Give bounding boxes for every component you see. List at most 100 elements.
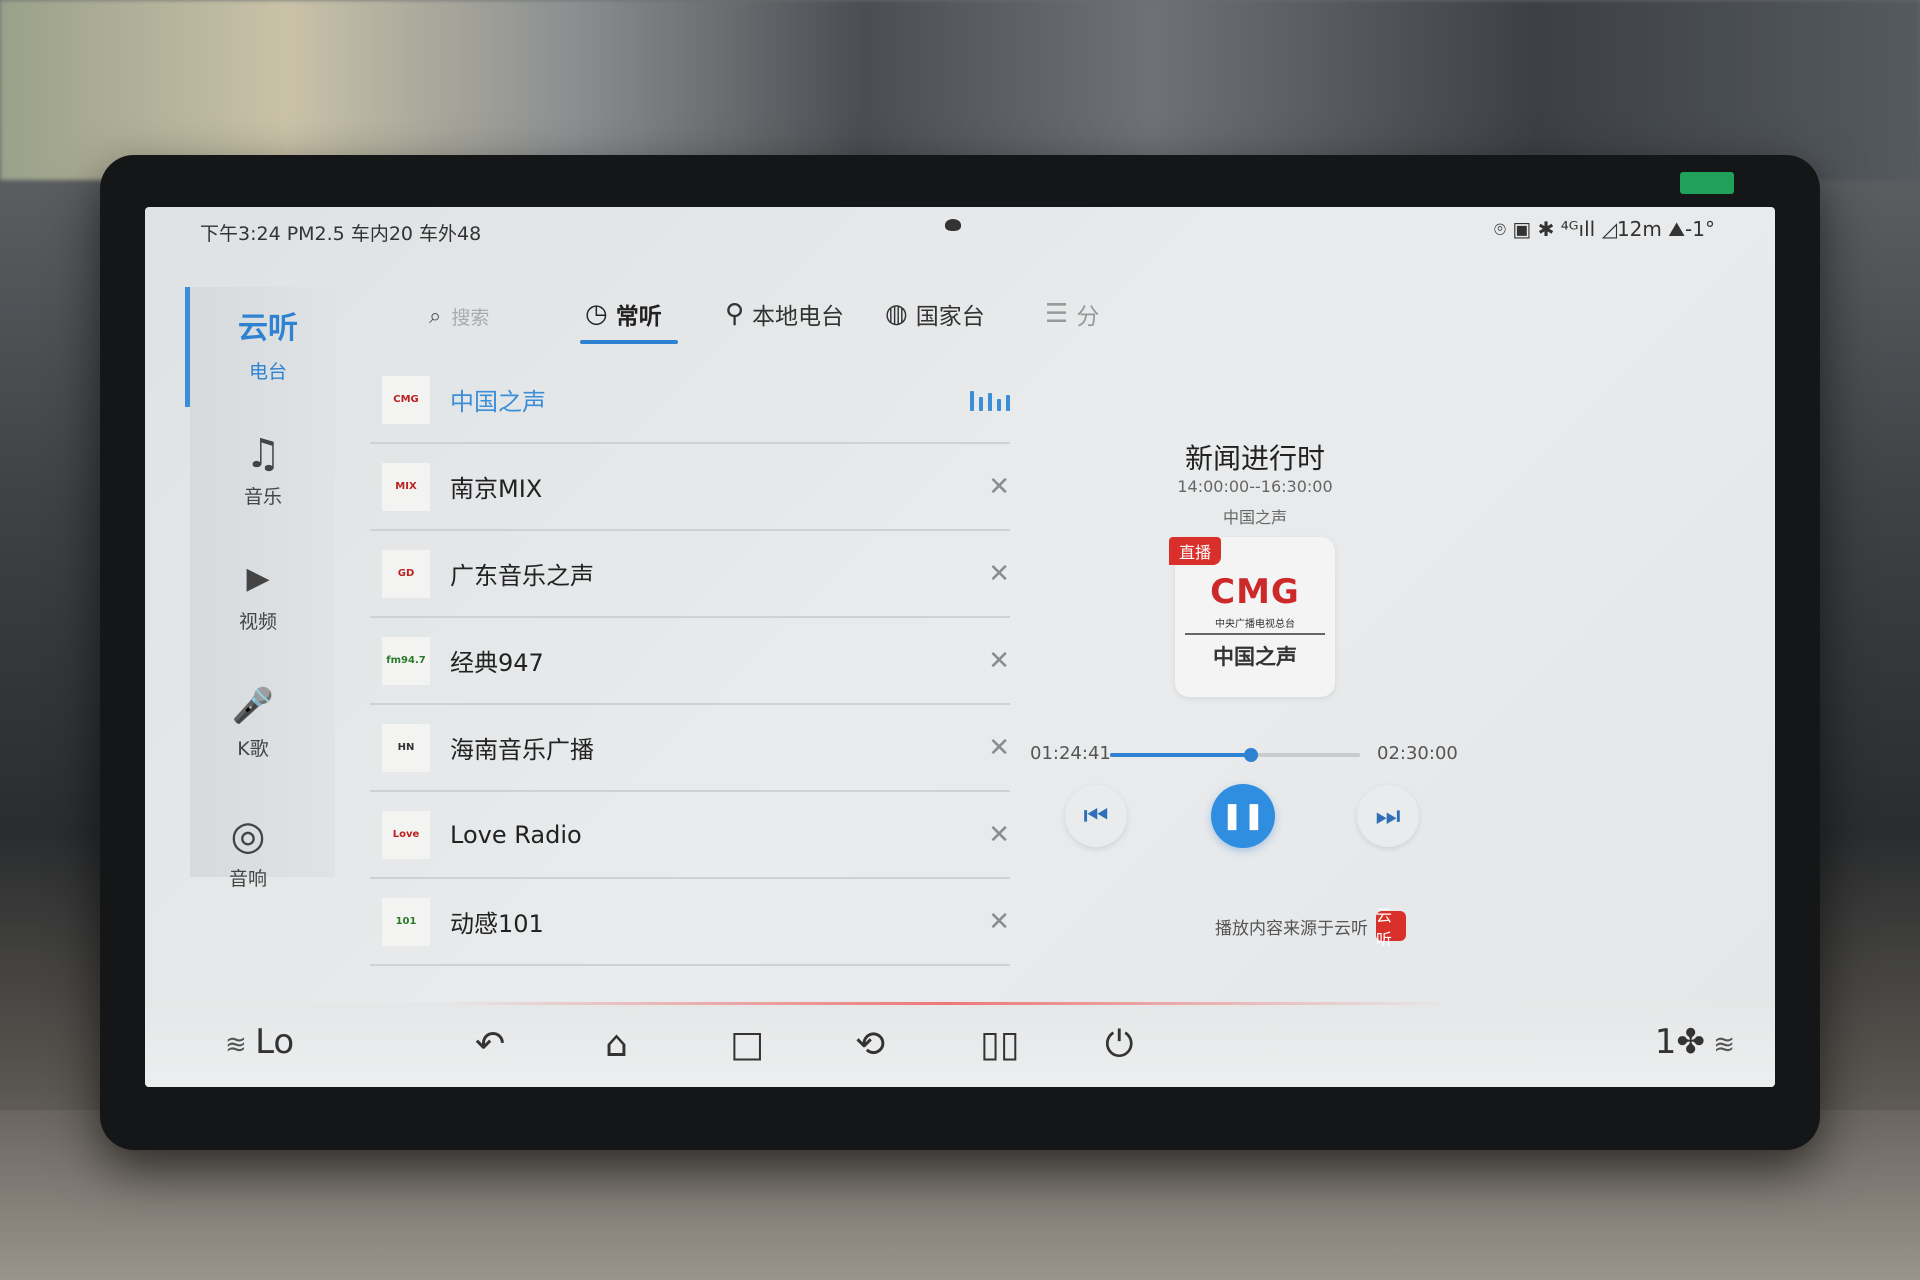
station-list: CMG 中国之声 MIX 南京MIX ✕ GD 广东音乐之声 ✕ fm94.7 … [370,357,1010,966]
skip-next-icon: ⏭ [1375,799,1401,832]
sidebar-active-indicator [185,287,190,407]
total-time: 02:30:00 [1377,743,1458,764]
list-item[interactable]: GD 广东音乐之声 ✕ [370,531,1010,618]
rotate-screen-icon[interactable]: ⟲ [855,1024,885,1065]
tab-national-stations[interactable]: ◍ 国家台 [885,297,985,331]
list-icon: ☰ [1045,299,1069,329]
status-bar-left: 下午3:24 PM2.5 车内20 车外48 [200,223,482,245]
microphone-icon: 🎤 [231,686,275,726]
power-icon[interactable]: ⏻ [1105,1024,1133,1066]
program-station: 中国之声 [1222,508,1287,527]
sidebar-item-label: 音乐 [243,486,282,508]
station-logo: GD [382,549,430,598]
source-text: 播放内容来源于云听 [1215,918,1368,939]
album-cover: 直播 CMG 中央广播电视总台 中国之声 [1169,537,1335,697]
fan-control[interactable]: 1✤ ≋ [1655,1022,1735,1062]
playing-equalizer-icon [970,389,1010,411]
list-item[interactable]: fm94.7 经典947 ✕ [370,618,1010,705]
program-time-range: 14:00:00--16:30:00 [1177,477,1333,496]
back-icon[interactable]: ↶ [475,1024,505,1065]
remove-icon[interactable]: ✕ [988,646,1010,676]
tab-label: 本地电台 [752,304,845,330]
pause-icon: ❚❚ [1221,801,1265,831]
music-note-icon: ♫ [245,431,281,477]
status-bar-right: ⌾ ▣ ✱ ⁴ᴳıll ◿12m ⛰-1° [1494,217,1715,241]
program-title: 新闻进行时 [1184,442,1325,475]
station-logo: HN [382,723,430,772]
radio-icon: 云听 [238,311,298,346]
infotainment-screen: 下午3:24 PM2.5 车内20 车外48 ⌾ ▣ ✱ ⁴ᴳıll ◿12m … [145,207,1775,1087]
remove-icon[interactable]: ✕ [988,907,1010,937]
fan-icon: ✤ [1676,1022,1705,1062]
elapsed-time: 01:24:41 [1030,743,1111,764]
tab-label: 常听 [615,304,662,330]
background-scene [0,0,1920,180]
station-name: 中国之声 [450,388,546,416]
previous-button[interactable]: ⏮ [1065,785,1127,847]
list-item[interactable]: HN 海南音乐广播 ✕ [370,705,1010,792]
split-screen-icon[interactable]: ▯▯ [980,1024,1020,1065]
temperature-control[interactable]: ≋ Lo [225,1022,294,1062]
cover-station-name: 中国之声 [1213,645,1297,669]
remove-icon[interactable]: ✕ [988,820,1010,850]
station-name: 海南音乐广播 [450,736,594,764]
station-name: 动感101 [450,910,544,938]
content-source: 播放内容来源于云听 云听 [1215,906,1406,949]
search-icon: ⌕ [429,303,442,329]
sidebar-item-music[interactable]: ♫ 音乐 [203,430,323,509]
tab-label: 分 [1076,304,1100,330]
video-icon: ▶ [246,561,270,596]
clock-icon: ◷ [585,299,608,329]
cover-brand: CMG [1210,572,1300,612]
progress-fill [1110,753,1251,757]
fan-level: 1 [1654,1022,1677,1062]
next-button[interactable]: ⏭ [1357,785,1419,847]
recent-apps-icon[interactable]: □ [730,1024,764,1065]
search-placeholder: 搜索 [451,306,490,329]
remove-icon[interactable]: ✕ [988,559,1010,589]
search-box[interactable]: ⌕ 搜索 [415,293,540,339]
yunting-logo-icon: 云听 [1376,906,1406,949]
app-sidebar: 云听 电台 ♫ 音乐 ▶ 视频 🎤 K歌 ◎ 音响 [185,287,335,890]
tab-local-stations[interactable]: ⚲ 本地电台 [725,297,844,331]
sidebar-item-label: K歌 [237,738,269,760]
tab-categories[interactable]: ☰ 分 [1045,297,1099,331]
station-name: 南京MIX [450,475,543,503]
pause-button[interactable]: ❚❚ [1211,784,1275,848]
sidebar-item-label: 音响 [228,868,267,890]
list-item[interactable]: CMG 中国之声 [370,357,1010,444]
list-item[interactable]: MIX 南京MIX ✕ [370,444,1010,531]
station-name: 经典947 [450,649,544,677]
active-tab-underline [580,340,678,344]
sidebar-item-radio[interactable]: 云听 电台 [208,305,328,384]
speaker-icon: ◎ [230,813,266,859]
station-logo: MIX [382,462,430,511]
live-badge: 直播 [1169,537,1222,565]
camera-icon [945,219,961,231]
home-icon[interactable]: ⌂ [605,1024,628,1065]
tab-frequent[interactable]: ◷ 常听 [585,297,662,331]
temperature-value: Lo [255,1022,295,1062]
sidebar-item-karaoke[interactable]: 🎤 K歌 [193,682,313,761]
airflow-icon: ≋ [1704,1030,1735,1060]
sidebar-item-label: 电台 [248,361,287,383]
sidebar-item-label: 视频 [238,611,277,633]
list-item[interactable]: 101 动感101 ✕ [370,879,1010,966]
list-item[interactable]: Love Love Radio ✕ [370,792,1010,879]
station-logo: fm94.7 [382,636,430,685]
cover-subtitle: 中央广播电视总台 [1215,619,1295,630]
tab-label: 国家台 [915,304,985,330]
location-pin-icon: ⚲ [725,299,745,329]
progress-handle[interactable] [1244,748,1258,762]
station-logo: CMG [382,375,430,424]
progress-slider[interactable] [1110,748,1360,762]
remove-icon[interactable]: ✕ [988,472,1010,502]
station-name: 广东音乐之声 [450,562,594,590]
sidebar-item-video[interactable]: ▶ 视频 [198,555,318,634]
cover-divider [1185,633,1325,635]
globe-icon: ◍ [885,299,908,329]
sidebar-item-sound[interactable]: ◎ 音响 [188,812,308,891]
station-logo: Love [382,810,430,859]
bottom-dock: ≋ Lo ↶ ⌂ □ ⟲ ▯▯ ⏻ 1✤ ≋ [145,1002,1775,1087]
remove-icon[interactable]: ✕ [988,733,1010,763]
